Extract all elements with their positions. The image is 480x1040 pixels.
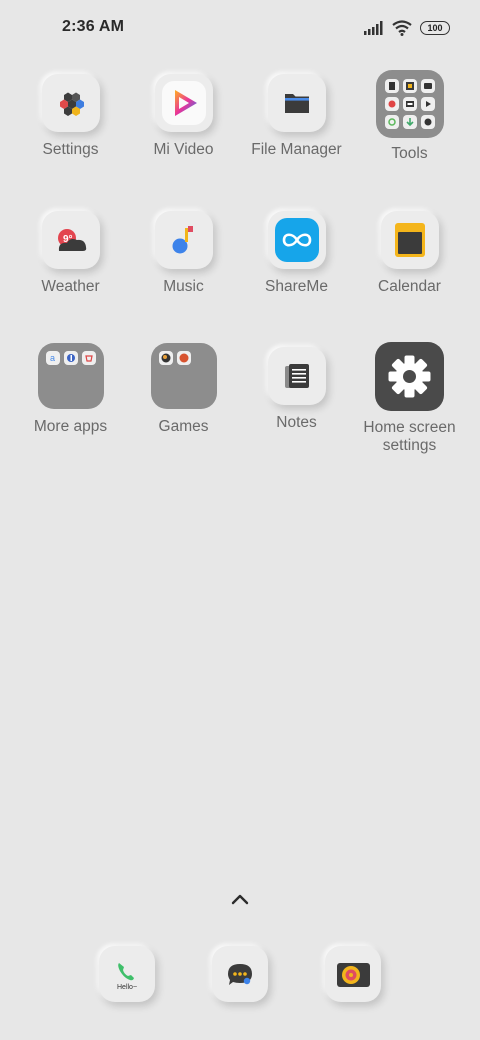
- games-folder-icon: [150, 343, 217, 409]
- signal-icon: [364, 21, 383, 35]
- app-music[interactable]: Music: [127, 211, 240, 296]
- app-label: Notes: [276, 414, 317, 431]
- camera-icon: [337, 963, 370, 987]
- app-label: Music: [163, 278, 204, 295]
- app-label: ShareMe: [265, 278, 328, 295]
- battery-icon: 100: [420, 21, 450, 35]
- gear-icon: [375, 342, 444, 411]
- status-bar: 2:36 AM 100: [0, 0, 480, 56]
- app-weather[interactable]: 9° Weather: [14, 211, 127, 296]
- app-home-screen-settings[interactable]: Home screen settings: [353, 342, 466, 455]
- dock-camera[interactable]: [325, 946, 381, 1002]
- phone-caption: Hello~: [117, 984, 137, 991]
- dock-messaging[interactable]: [212, 946, 268, 1002]
- app-label: Games: [158, 418, 209, 435]
- app-label: Home screen settings: [363, 419, 456, 454]
- shareme-icon: [267, 211, 326, 269]
- weather-temp: 9°: [63, 234, 73, 245]
- status-time: 2:36 AM: [62, 18, 125, 35]
- app-label: Mi Video: [153, 141, 214, 158]
- app-settings[interactable]: Settings: [14, 74, 127, 159]
- phone-icon: Hello~: [117, 963, 137, 991]
- calendar-icon: [380, 211, 439, 269]
- svg-text:a: a: [50, 353, 55, 363]
- app-label: File Manager: [251, 141, 342, 158]
- more-apps-folder-icon: a: [37, 343, 104, 409]
- folder-icon: [267, 74, 326, 132]
- dock-phone[interactable]: Hello~: [99, 946, 155, 1002]
- app-label: Settings: [42, 141, 99, 158]
- music-note-icon: [154, 211, 213, 269]
- folder-games[interactable]: Games: [127, 343, 240, 436]
- notes-icon: [267, 347, 326, 405]
- app-notes[interactable]: Notes: [240, 347, 353, 432]
- wifi-icon: [392, 20, 412, 36]
- app-calendar[interactable]: Calendar: [353, 211, 466, 296]
- weather-icon: 9°: [41, 211, 100, 269]
- tools-folder-icon: [375, 70, 444, 138]
- chevron-up-icon[interactable]: [228, 891, 252, 907]
- settings-icon: [41, 74, 100, 132]
- message-bubble-icon: [228, 964, 252, 985]
- mi-video-icon: [154, 74, 213, 132]
- folder-tools[interactable]: Tools: [353, 70, 466, 163]
- folder-more-apps[interactable]: a More apps: [14, 343, 127, 436]
- app-mi-video[interactable]: Mi Video: [127, 74, 240, 159]
- app-file-manager[interactable]: File Manager: [240, 74, 353, 159]
- app-shareme[interactable]: ShareMe: [240, 211, 353, 296]
- app-label: Weather: [41, 278, 100, 295]
- app-label: More apps: [33, 418, 108, 435]
- app-label: Tools: [391, 145, 428, 162]
- status-icons: 100: [364, 18, 450, 38]
- app-label: Calendar: [378, 278, 441, 295]
